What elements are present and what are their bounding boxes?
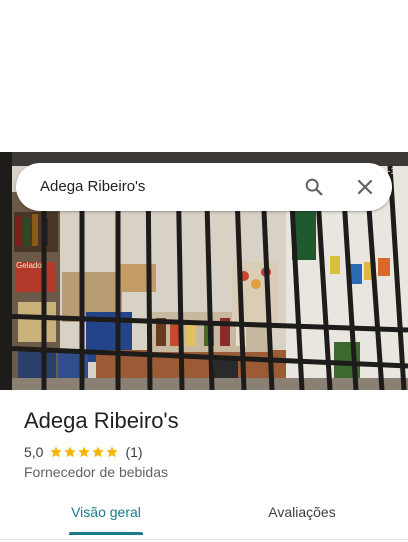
- search-icon[interactable]: [300, 173, 328, 201]
- search-query[interactable]: Adega Ribeiro's: [40, 163, 145, 211]
- star-icon: [64, 446, 77, 458]
- place-category[interactable]: Fornecedor de bebidas: [24, 463, 168, 481]
- star-icon: [50, 446, 63, 458]
- tabs-divider: [0, 539, 408, 540]
- star-icon: [106, 446, 119, 458]
- rating-stars: [49, 445, 119, 459]
- tab-reviews[interactable]: Avaliações: [248, 496, 356, 536]
- search-bar[interactable]: Adega Ribeiro's: [16, 163, 392, 211]
- tab-overview[interactable]: Visão geral: [52, 496, 160, 536]
- star-icon: [78, 446, 91, 458]
- place-title: Adega Ribeiro's: [24, 408, 179, 433]
- store-sign: Gelado: [16, 261, 42, 270]
- rating-row[interactable]: 5,0 (1): [24, 442, 143, 462]
- place-tabs: Visão geral Avaliações: [0, 496, 408, 536]
- active-tab-indicator: [69, 532, 143, 535]
- map-blank-area: [0, 0, 408, 152]
- close-icon[interactable]: [351, 173, 379, 201]
- star-icon: [92, 446, 105, 458]
- review-count[interactable]: (1): [125, 444, 142, 460]
- rating-value: 5,0: [24, 444, 44, 460]
